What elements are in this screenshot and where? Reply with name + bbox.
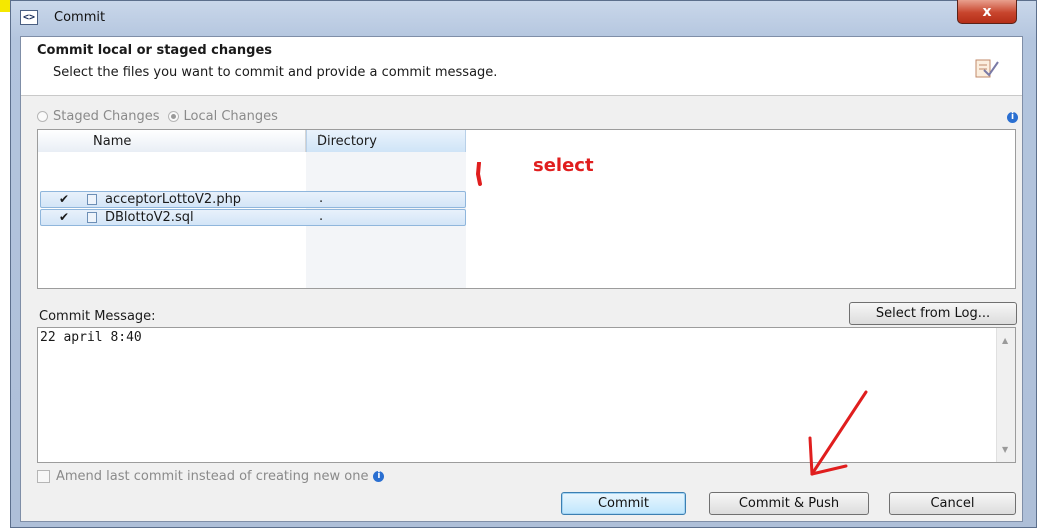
scroll-up-icon[interactable]: ▲ — [1002, 336, 1008, 345]
app-icon: <> — [20, 10, 39, 25]
dialog-body: Commit local or staged changes Select th… — [20, 36, 1023, 522]
info-icon[interactable]: i — [1007, 112, 1018, 123]
column-name-label: Name — [93, 134, 132, 149]
file-directory: . — [319, 191, 324, 206]
commit-and-push-button[interactable]: Commit & Push — [709, 492, 869, 515]
amend-label: Amend last commit instead of creating ne… — [56, 469, 369, 484]
select-from-log-button[interactable]: Select from Log... — [849, 302, 1017, 325]
file-name: acceptorLottoV2.php — [105, 192, 242, 207]
amend-info-icon[interactable]: i — [373, 471, 385, 482]
red-arrow-annotation — [808, 390, 868, 476]
staged-changes-label: Staged Changes — [53, 109, 160, 124]
dialog-header: Commit local or staged changes Select th… — [21, 37, 1022, 96]
commit-button[interactable]: Commit — [561, 492, 686, 515]
dialog-heading: Commit local or staged changes — [37, 43, 273, 58]
window-title: Commit — [54, 10, 106, 25]
sort-ascending-icon: ^ — [317, 134, 325, 144]
amend-option: Amend last commit instead of creating ne… — [37, 469, 385, 484]
file-name: DBlottoV2.sql — [105, 210, 194, 225]
change-mode-group: Staged Changes Local Changes — [37, 109, 278, 124]
table-header: Name Directory ^ — [38, 130, 1015, 152]
table-row[interactable]: ✔ acceptorLottoV2.php . — [40, 191, 466, 208]
local-changes-label: Local Changes — [183, 109, 278, 124]
yellow-marker — [0, 0, 10, 12]
file-table: Name Directory ^ ✔ acceptorLottoV2.php .… — [37, 129, 1016, 289]
commit-wizard-icon — [975, 59, 999, 78]
commit-message-text: 22 april 8:40 — [40, 330, 142, 345]
row-checkbox[interactable]: ✔ — [59, 192, 69, 206]
cancel-button[interactable]: Cancel — [889, 492, 1016, 515]
amend-checkbox[interactable] — [37, 470, 50, 483]
table-row[interactable]: ✔ DBlottoV2.sql . — [40, 209, 466, 226]
file-directory: . — [319, 209, 324, 224]
select-annotation: select — [533, 155, 594, 176]
radio-local-changes[interactable] — [167, 111, 179, 122]
commit-message-label: Commit Message: — [39, 309, 156, 324]
red-mark-annotation — [476, 162, 482, 186]
close-icon: x — [982, 3, 992, 20]
sql-file-icon — [87, 212, 97, 223]
column-header-directory[interactable]: Directory ^ — [306, 130, 466, 152]
scroll-down-icon[interactable]: ▼ — [1002, 445, 1008, 454]
php-file-icon — [87, 194, 97, 205]
column-header-name[interactable]: Name — [38, 130, 306, 152]
row-checkbox[interactable]: ✔ — [59, 210, 69, 224]
column-directory-label: Directory — [317, 134, 377, 149]
dialog-description: Select the files you want to commit and … — [53, 65, 498, 80]
radio-staged-changes[interactable] — [37, 111, 48, 122]
close-button[interactable]: x — [957, 0, 1017, 24]
message-scrollbar[interactable]: ▲ ▼ — [996, 328, 1015, 462]
titlebar: <> Commit x — [10, 0, 1037, 30]
